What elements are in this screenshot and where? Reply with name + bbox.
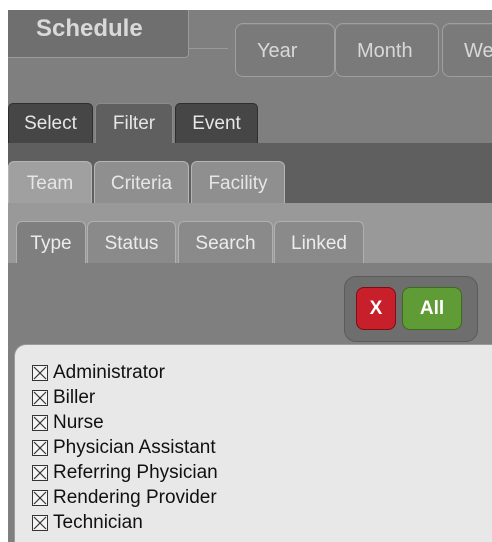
list-item-label: Technician <box>53 512 143 533</box>
tab-linked[interactable]: Linked <box>274 221 364 263</box>
view-month-label: Month <box>357 40 413 62</box>
select-all-button[interactable]: All <box>402 287 462 330</box>
checkbox-icon[interactable] <box>32 390 48 406</box>
list-item-label: Referring Physician <box>53 462 218 483</box>
clear-all-button[interactable]: X <box>356 287 396 330</box>
tab-status[interactable]: Status <box>87 221 176 263</box>
tab-type[interactable]: Type <box>16 221 86 263</box>
tab-team-label: Team <box>26 173 74 194</box>
view-year-button[interactable]: Year <box>235 23 335 77</box>
checkbox-icon[interactable] <box>32 490 48 506</box>
list-item-label: Administrator <box>53 362 165 383</box>
list-item-label: Biller <box>53 387 96 408</box>
filter-tabs: Team Criteria Facility <box>8 159 492 203</box>
tab-team[interactable]: Team <box>8 161 92 203</box>
team-tabs-band <box>8 263 492 266</box>
tab-event[interactable]: Event <box>175 103 258 143</box>
page-title: Schedule <box>36 15 143 42</box>
checkbox-icon[interactable] <box>32 465 48 481</box>
main-tabs: Select Filter Event <box>8 103 492 143</box>
tab-criteria-label: Criteria <box>110 173 173 194</box>
view-week-button[interactable]: We <box>442 23 492 77</box>
checkbox-icon[interactable] <box>32 515 48 531</box>
checkbox-icon[interactable] <box>32 440 48 456</box>
list-item-label: Nurse <box>53 412 104 433</box>
tab-facility[interactable]: Facility <box>191 161 285 203</box>
tab-type-label: Type <box>30 233 72 254</box>
schedule-title-tab: Schedule <box>8 10 189 58</box>
type-list: Administrator Biller Nurse Physician Assist… <box>14 344 492 542</box>
view-month-button[interactable]: Month <box>335 23 439 77</box>
checkbox-icon[interactable] <box>32 365 48 381</box>
tab-filter[interactable]: Filter <box>95 103 173 143</box>
tab-filter-label: Filter <box>112 113 156 134</box>
select-actions-group: X All <box>344 276 478 342</box>
team-tabs: Type Status Search Linked <box>8 216 492 263</box>
scheduler-panel: Schedule Year Month We Select Filter Eve… <box>8 10 492 542</box>
view-year-label: Year <box>257 40 298 62</box>
list-item-label: Rendering Provider <box>53 487 217 508</box>
header-divider <box>188 48 228 49</box>
view-week-label: We <box>464 40 492 62</box>
tab-facility-label: Facility <box>208 173 268 194</box>
filter-tabs-band <box>8 203 492 216</box>
tab-select[interactable]: Select <box>8 103 93 143</box>
tab-criteria[interactable]: Criteria <box>94 161 189 203</box>
checkbox-icon[interactable] <box>32 415 48 431</box>
tab-select-label: Select <box>24 113 77 134</box>
tab-status-label: Status <box>104 233 159 254</box>
tab-event-label: Event <box>192 113 241 134</box>
main-tabs-band <box>8 143 492 159</box>
tab-search-label: Search <box>195 233 256 254</box>
list-item-label: Physician Assistant <box>53 437 216 458</box>
tab-linked-label: Linked <box>291 233 347 254</box>
tab-search[interactable]: Search <box>178 221 273 263</box>
